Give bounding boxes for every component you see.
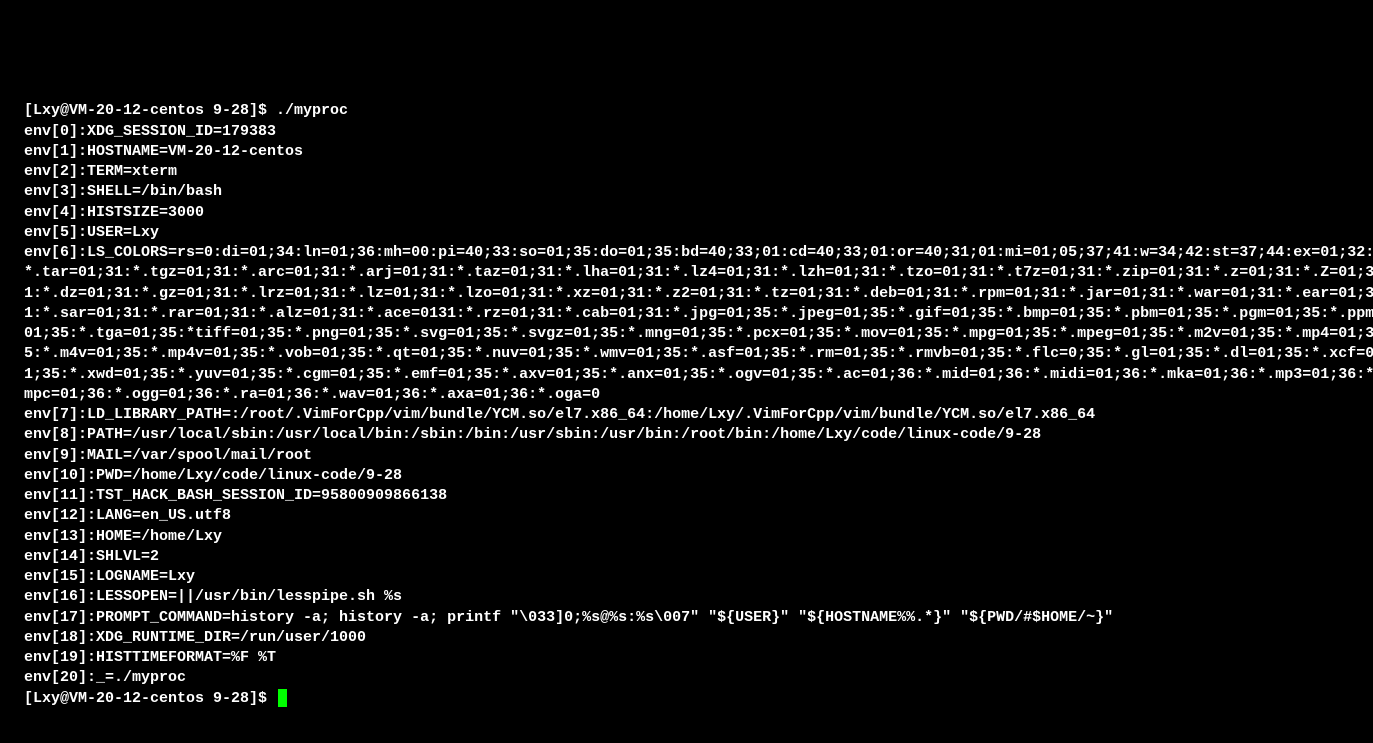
terminal-output-line: env[10]:PWD=/home/Lxy/code/linux-code/9-…: [24, 466, 1373, 486]
terminal-output-line: env[11]:TST_HACK_BASH_SESSION_ID=9580090…: [24, 486, 1373, 506]
terminal-prompt[interactable]: [Lxy@VM-20-12-centos 9-28]$: [24, 690, 276, 707]
terminal-output-line: env[12]:LANG=en_US.utf8: [24, 506, 1373, 526]
terminal-output-line: [Lxy@VM-20-12-centos 9-28]$ ./myproc: [24, 101, 1373, 121]
terminal-output-line: env[8]:PATH=/usr/local/sbin:/usr/local/b…: [24, 425, 1373, 445]
terminal-output-line: env[15]:LOGNAME=Lxy: [24, 567, 1373, 587]
terminal-output-line: env[5]:USER=Lxy: [24, 223, 1373, 243]
terminal-output-line: env[17]:PROMPT_COMMAND=history -a; histo…: [24, 608, 1373, 628]
terminal-output-line: env[2]:TERM=xterm: [24, 162, 1373, 182]
terminal-output-line: env[4]:HISTSIZE=3000: [24, 203, 1373, 223]
terminal-output-line: env[0]:XDG_SESSION_ID=179383: [24, 122, 1373, 142]
terminal-output-line: env[16]:LESSOPEN=||/usr/bin/lesspipe.sh …: [24, 587, 1373, 607]
terminal-output-line: env[9]:MAIL=/var/spool/mail/root: [24, 446, 1373, 466]
terminal-cursor[interactable]: [278, 689, 287, 707]
terminal-output-line: env[13]:HOME=/home/Lxy: [24, 527, 1373, 547]
terminal-output-line: env[6]:LS_COLORS=rs=0:di=01;34:ln=01;36:…: [24, 243, 1373, 405]
terminal-output-line: env[7]:LD_LIBRARY_PATH=:/root/.VimForCpp…: [24, 405, 1373, 425]
terminal-output-line: env[3]:SHELL=/bin/bash: [24, 182, 1373, 202]
terminal-output-line: env[18]:XDG_RUNTIME_DIR=/run/user/1000: [24, 628, 1373, 648]
terminal-output-line: env[1]:HOSTNAME=VM-20-12-centos: [24, 142, 1373, 162]
terminal-output-line: env[19]:HISTTIMEFORMAT=%F %T: [24, 648, 1373, 668]
terminal-output-line: env[14]:SHLVL=2: [24, 547, 1373, 567]
terminal-output-line: env[20]:_=./myproc: [24, 668, 1373, 688]
